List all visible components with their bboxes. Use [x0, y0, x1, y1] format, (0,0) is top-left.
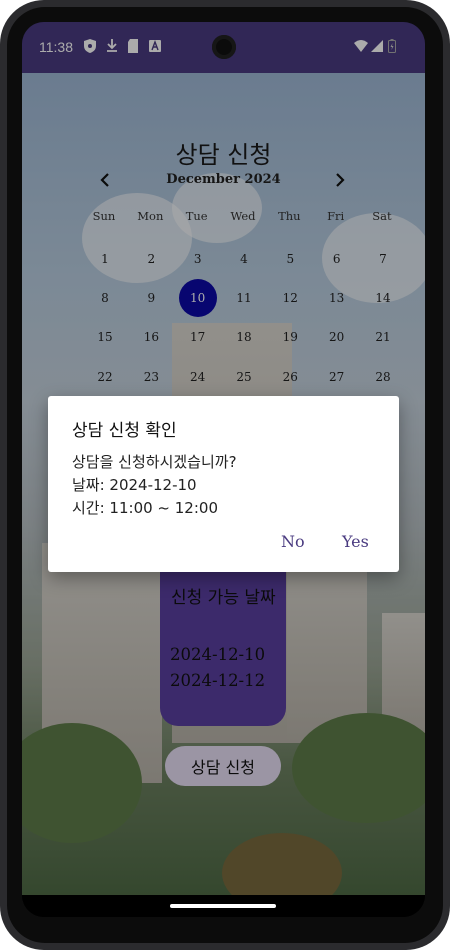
phone-screen: 11:38 상담 신청 December 2024 Sun Mon Tue We…: [22, 22, 425, 917]
confirm-dialog: 상담 신청 확인 상담을 신청하시겠습니까? 날짜: 2024-12-10 시간…: [48, 396, 399, 572]
dialog-message: 상담을 신청하시겠습니까?: [72, 453, 237, 471]
dialog-date: 날짜: 2024-12-10: [72, 476, 197, 494]
home-gesture-bar[interactable]: [170, 904, 276, 908]
dialog-time: 시간: 11:00 ~ 12:00: [72, 499, 218, 517]
dialog-yes-button[interactable]: Yes: [342, 532, 369, 551]
navigation-bar: [22, 895, 425, 917]
dialog-title: 상담 신청 확인: [72, 421, 177, 441]
dialog-no-button[interactable]: No: [281, 532, 305, 551]
